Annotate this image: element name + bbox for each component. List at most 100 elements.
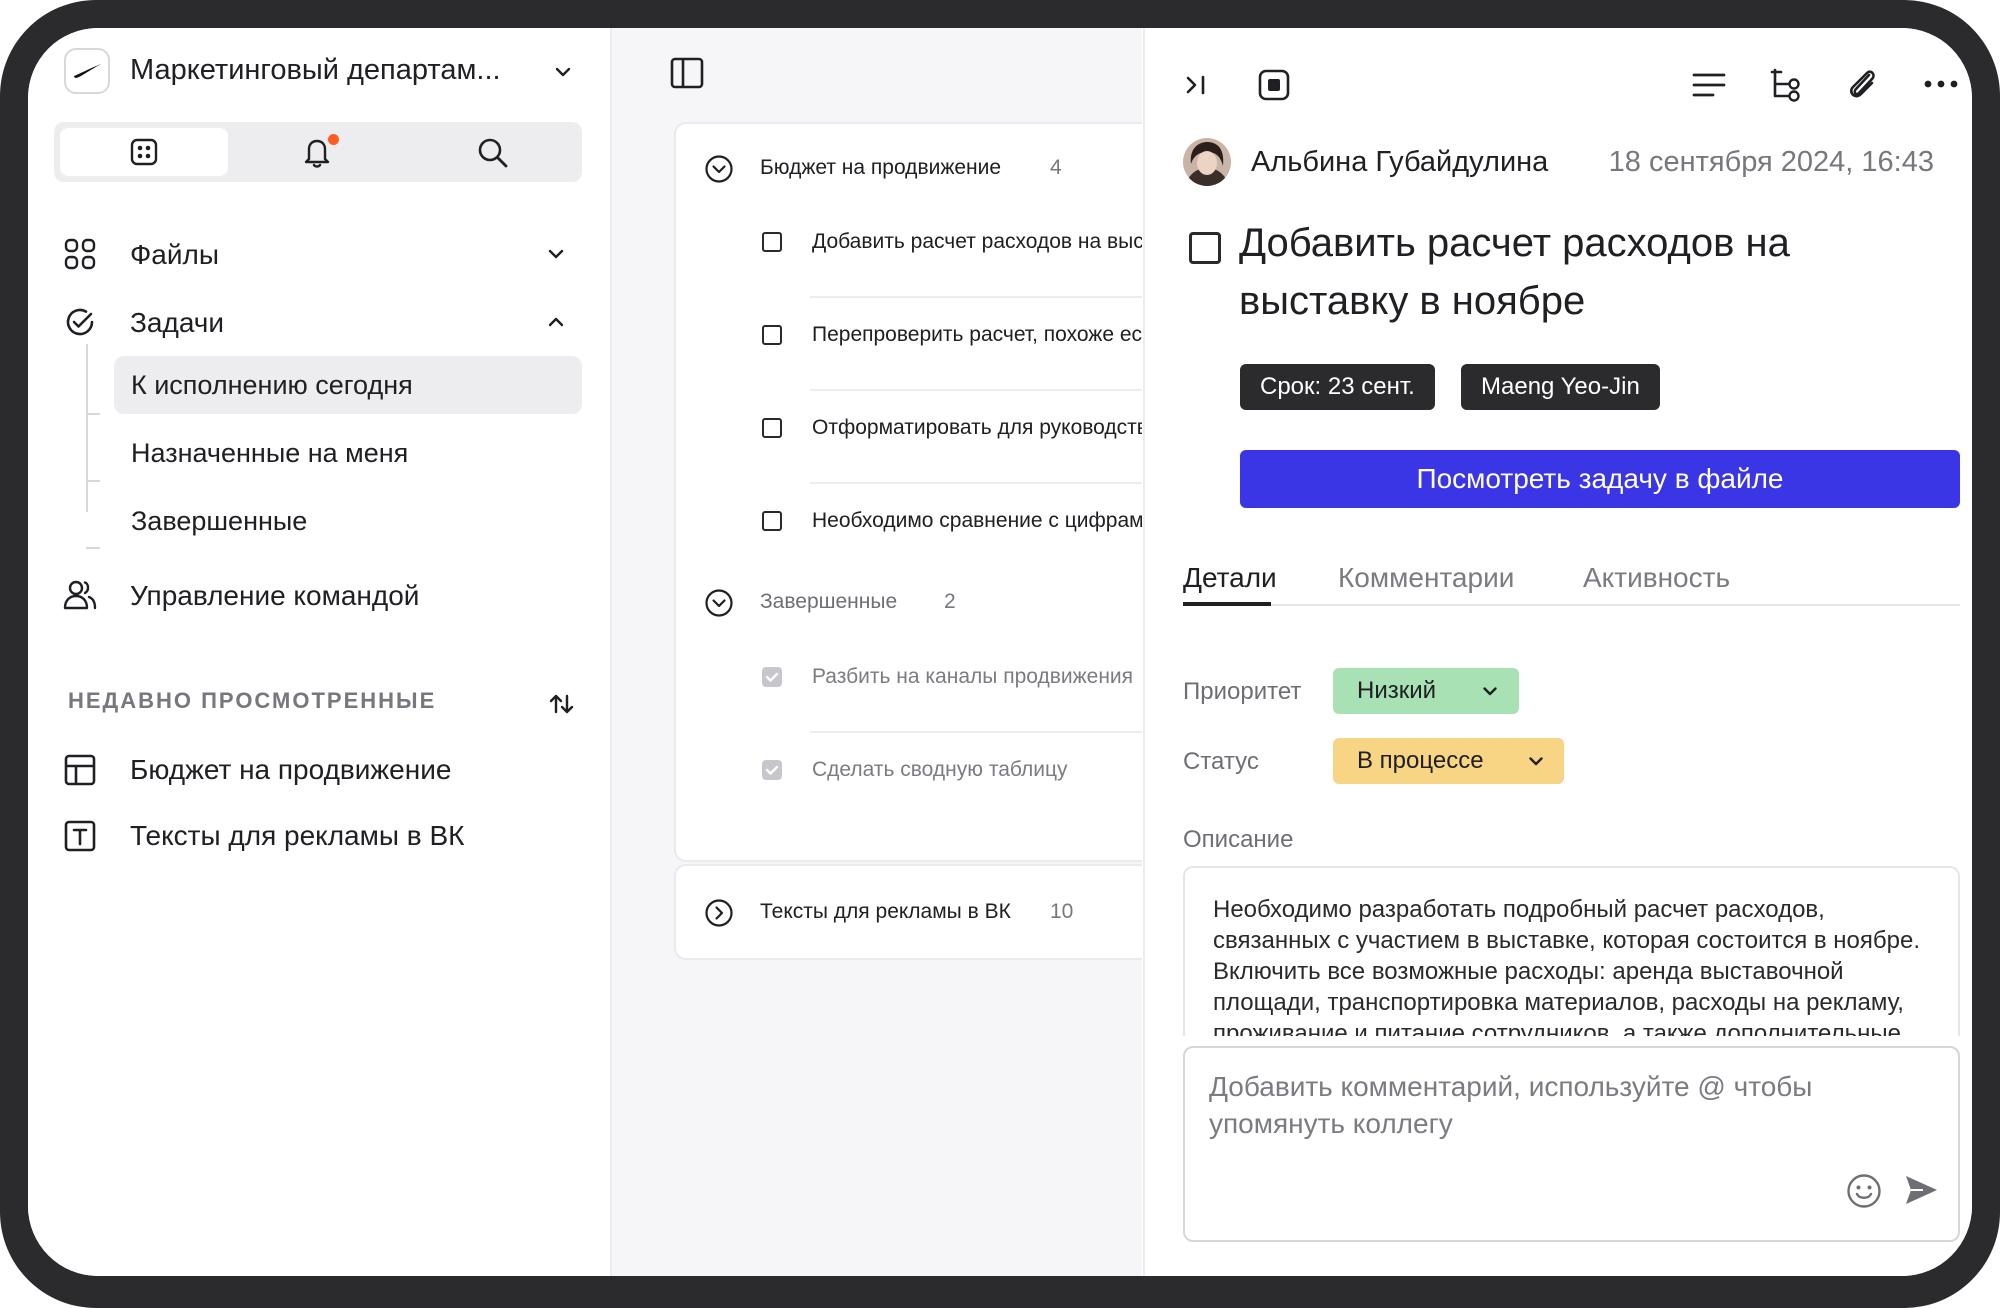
nav-files-label: Файлы (130, 239, 219, 270)
avatar[interactable] (1183, 138, 1231, 186)
tree-tick (86, 413, 100, 415)
nav-tasks[interactable]: Задачи (54, 294, 582, 350)
paperclip-icon[interactable] (1845, 66, 1881, 104)
chevron-down-icon (1529, 757, 1543, 766)
group-title[interactable]: Бюджет на продвижение (760, 156, 1001, 180)
app-screen: Маркетинговый департам... Файлы Задачи К… (28, 28, 1972, 1276)
task-title-completed[interactable]: Разбить на каналы продвижения (812, 665, 1133, 689)
workspace-logo[interactable] (64, 48, 110, 94)
expand-icon[interactable] (1257, 68, 1291, 102)
chevron-down-icon[interactable] (546, 244, 566, 264)
task-title[interactable]: Перепроверить расчет, похоже есть ошибка (812, 323, 1142, 347)
view-switcher (54, 122, 582, 182)
status-label: Статус (1183, 748, 1259, 775)
nav-team[interactable]: Управление командой (54, 567, 582, 623)
priority-value: Низкий (1357, 677, 1437, 704)
task-checkbox-checked[interactable] (762, 760, 782, 780)
recent-section-title: НЕДАВНО ПРОСМОТРЕННЫЕ (68, 688, 437, 713)
chevron-up-icon[interactable] (546, 312, 566, 332)
emoji-icon[interactable] (1845, 1172, 1883, 1210)
tab-comments[interactable]: Комментарии (1338, 562, 1514, 594)
active-tab-underline (1183, 602, 1271, 606)
task-checkbox[interactable] (762, 511, 782, 531)
task-checkbox[interactable] (762, 232, 782, 252)
expand-circle-icon[interactable] (704, 898, 734, 928)
task-list-pane: Бюджет на продвижение 4 Добавить расчет … (612, 28, 1142, 1276)
tree-tick (86, 547, 100, 549)
subnav-completed[interactable]: Завершенные (114, 492, 582, 550)
subnav-due-today[interactable]: К исполнению сегодня (114, 356, 582, 414)
tree-line (86, 344, 88, 512)
created-date: 18 сентября 2024, 16:43 (1608, 146, 1934, 178)
recent-item[interactable]: Тексты для рекламы в ВК (54, 808, 582, 864)
group-count: 10 (1050, 900, 1074, 923)
tab-details[interactable]: Детали (1183, 562, 1277, 594)
divider (810, 731, 1142, 733)
status-select[interactable]: В процессе (1333, 738, 1564, 784)
recent-item[interactable]: Бюджет на продвижение (54, 742, 582, 798)
subnav-label: Завершенные (131, 506, 308, 536)
collapse-circle-icon[interactable] (704, 154, 734, 184)
task-title[interactable]: Необходимо сравнение с цифрами прошлого … (812, 509, 1142, 533)
priority-select[interactable]: Низкий (1333, 668, 1519, 714)
sort-icon[interactable] (548, 692, 576, 716)
table-icon (64, 754, 96, 786)
author-name[interactable]: Альбина Губайдулина (1251, 146, 1548, 179)
group-title[interactable]: Тексты для рекламы в ВК (760, 900, 1011, 924)
task-group-card-collapsed: Тексты для рекламы в ВК 10 (674, 864, 1142, 960)
check-circle-icon (66, 308, 94, 336)
nav-files[interactable]: Файлы (54, 226, 582, 282)
subtasks-icon[interactable] (1769, 66, 1803, 104)
tab-dashboard[interactable] (60, 128, 228, 176)
task-group-card: Бюджет на продвижение 4 Добавить расчет … (674, 122, 1142, 862)
open-in-file-button[interactable]: Посмотреть задачу в файле (1240, 450, 1960, 508)
task-title-completed[interactable]: Сделать сводную таблицу (812, 758, 1068, 782)
description-label: Описание (1183, 826, 1294, 853)
sidebar-toggle-icon[interactable] (670, 56, 704, 90)
nav-tasks-label: Задачи (130, 307, 225, 338)
text-doc-icon (64, 820, 96, 852)
recent-item-label: Бюджет на продвижение (130, 754, 452, 785)
search-icon (478, 138, 508, 168)
task-detail-pane: Альбина Губайдулина 18 сентября 2024, 16… (1143, 28, 1972, 1276)
subnav-assigned-to-me[interactable]: Назначенные на меня (114, 424, 582, 482)
workspace-name[interactable]: Маркетинговый департам... (130, 54, 501, 87)
nav-team-label: Управление командой (130, 580, 420, 611)
chevron-down-icon[interactable] (553, 62, 573, 82)
task-complete-checkbox[interactable] (1189, 232, 1221, 264)
description-box[interactable]: Необходимо разработать подробный расчет … (1183, 866, 1960, 1036)
collapse-circle-icon[interactable] (704, 588, 734, 618)
task-title[interactable]: Добавить расчет расходов на выставку в н… (812, 230, 1142, 254)
divider (810, 389, 1142, 391)
task-title[interactable]: Отформатировать для руководства (812, 416, 1142, 440)
task-checkbox[interactable] (762, 325, 782, 345)
chevron-down-icon (1483, 687, 1497, 696)
due-date-tag[interactable]: Срок: 23 сент. (1240, 364, 1435, 410)
assignee-tag[interactable]: Maeng Yeo-Jin (1461, 364, 1660, 410)
group-count: 4 (1050, 156, 1062, 179)
recent-item-label: Тексты для рекламы в ВК (130, 820, 465, 851)
user-photo (1183, 138, 1231, 186)
comment-placeholder: Добавить комментарий, используйте @ чтоб… (1209, 1071, 1813, 1139)
group-title[interactable]: Завершенные (760, 590, 897, 614)
send-icon[interactable] (1903, 1172, 1939, 1208)
tab-search[interactable] (408, 128, 576, 176)
status-value: В процессе (1357, 747, 1484, 774)
task-title[interactable]: Добавить расчет расходов на выставку в н… (1239, 214, 1879, 330)
tab-activity[interactable]: Активность (1583, 562, 1730, 594)
tab-notifications[interactable] (234, 128, 402, 176)
task-checkbox-checked[interactable] (762, 667, 782, 687)
priority-label: Приоритет (1183, 678, 1302, 705)
list-lines-icon[interactable] (1691, 68, 1727, 102)
task-checkbox[interactable] (762, 418, 782, 438)
more-icon[interactable] (1923, 76, 1959, 92)
users-icon (63, 580, 97, 610)
collapse-panel-icon[interactable] (1183, 70, 1213, 100)
subnav-label: К исполнению сегодня (131, 370, 413, 400)
comment-input[interactable]: Добавить комментарий, используйте @ чтоб… (1183, 1046, 1960, 1242)
divider (810, 482, 1142, 484)
check-icon (765, 765, 779, 775)
device-frame: Маркетинговый департам... Файлы Задачи К… (0, 0, 2000, 1308)
grid-icon (130, 138, 158, 166)
notification-dot (328, 134, 339, 145)
